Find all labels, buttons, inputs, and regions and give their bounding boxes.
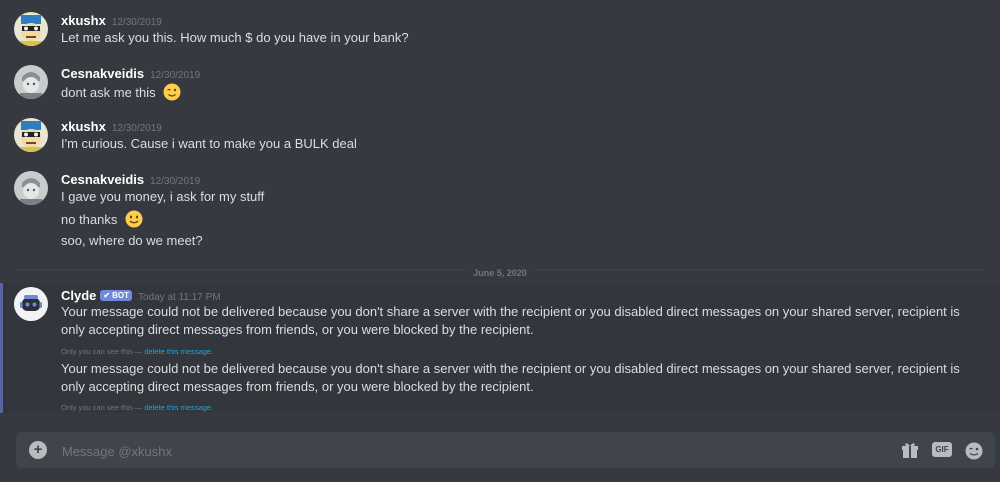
author-name[interactable]: Cesnakveidis bbox=[61, 172, 144, 187]
message-text: dont ask me this bbox=[61, 85, 156, 100]
delete-message-link[interactable]: delete this message. bbox=[144, 347, 213, 356]
date-divider: June 5, 2020 bbox=[0, 263, 1000, 281]
timestamp: 12/30/2019 bbox=[111, 17, 162, 28]
gift-icon[interactable] bbox=[900, 441, 920, 461]
avatar[interactable] bbox=[14, 118, 48, 152]
message-text: Your message could not be delivered beca… bbox=[61, 361, 960, 394]
message-input[interactable] bbox=[60, 441, 884, 461]
author-name[interactable]: xkushx bbox=[61, 119, 106, 134]
author-name[interactable]: xkushx bbox=[61, 13, 106, 28]
emoji-picker-icon[interactable] bbox=[964, 441, 984, 461]
timestamp: Today at 11:17 PM bbox=[138, 292, 221, 303]
author-name[interactable]: Clyde bbox=[61, 288, 96, 303]
verified-check-icon: ✔ bbox=[103, 291, 111, 300]
sketch-avatar-icon bbox=[14, 65, 48, 99]
message-text: Let me ask you this. How much $ do you h… bbox=[61, 30, 409, 45]
message-text: soo, where do we meet? bbox=[61, 233, 203, 248]
avatar[interactable] bbox=[14, 287, 48, 321]
avatar[interactable] bbox=[14, 12, 48, 46]
winking-face-emoji-icon[interactable] bbox=[163, 83, 181, 101]
avatar[interactable] bbox=[14, 171, 48, 205]
robot-avatar-icon bbox=[14, 12, 48, 46]
timestamp: 12/30/2019 bbox=[150, 176, 201, 187]
avatar[interactable] bbox=[14, 65, 48, 99]
author-name[interactable]: Cesnakveidis bbox=[61, 66, 144, 81]
plus-circle-icon[interactable]: + bbox=[29, 441, 47, 459]
timestamp: 12/30/2019 bbox=[111, 123, 162, 134]
ephemeral-note-text: Only you can see this — bbox=[61, 347, 143, 356]
ephemeral-note: Only you can see this — delete this mess… bbox=[61, 403, 213, 412]
gif-button[interactable]: GIF bbox=[932, 442, 952, 457]
ephemeral-note-text: Only you can see this — bbox=[61, 403, 143, 412]
bot-badge: ✔ BOT bbox=[100, 290, 132, 301]
timestamp: 12/30/2019 bbox=[150, 70, 201, 81]
message-line: no thanks bbox=[61, 210, 143, 228]
message-text: no thanks bbox=[61, 212, 118, 227]
sketch-avatar-icon bbox=[14, 171, 48, 205]
robot-avatar-icon bbox=[14, 118, 48, 152]
message-list: xkushx 12/30/2019 Let me ask you this. Ho… bbox=[0, 0, 1000, 418]
smiling-face-emoji-icon[interactable] bbox=[125, 210, 143, 228]
message-text: Your message could not be delivered beca… bbox=[61, 304, 960, 337]
clyde-bot-icon bbox=[14, 287, 48, 321]
message-line: dont ask me this bbox=[61, 83, 181, 101]
date-divider-label: June 5, 2020 bbox=[467, 268, 533, 278]
message-composer: + GIF bbox=[16, 432, 995, 468]
ephemeral-message-bar bbox=[0, 283, 3, 413]
ephemeral-note: Only you can see this — delete this mess… bbox=[61, 347, 213, 356]
message-text: I'm curious. Cause i want to make you a … bbox=[61, 136, 357, 151]
delete-message-link[interactable]: delete this message. bbox=[144, 403, 213, 412]
message-text: I gave you money, i ask for my stuff bbox=[61, 189, 265, 204]
